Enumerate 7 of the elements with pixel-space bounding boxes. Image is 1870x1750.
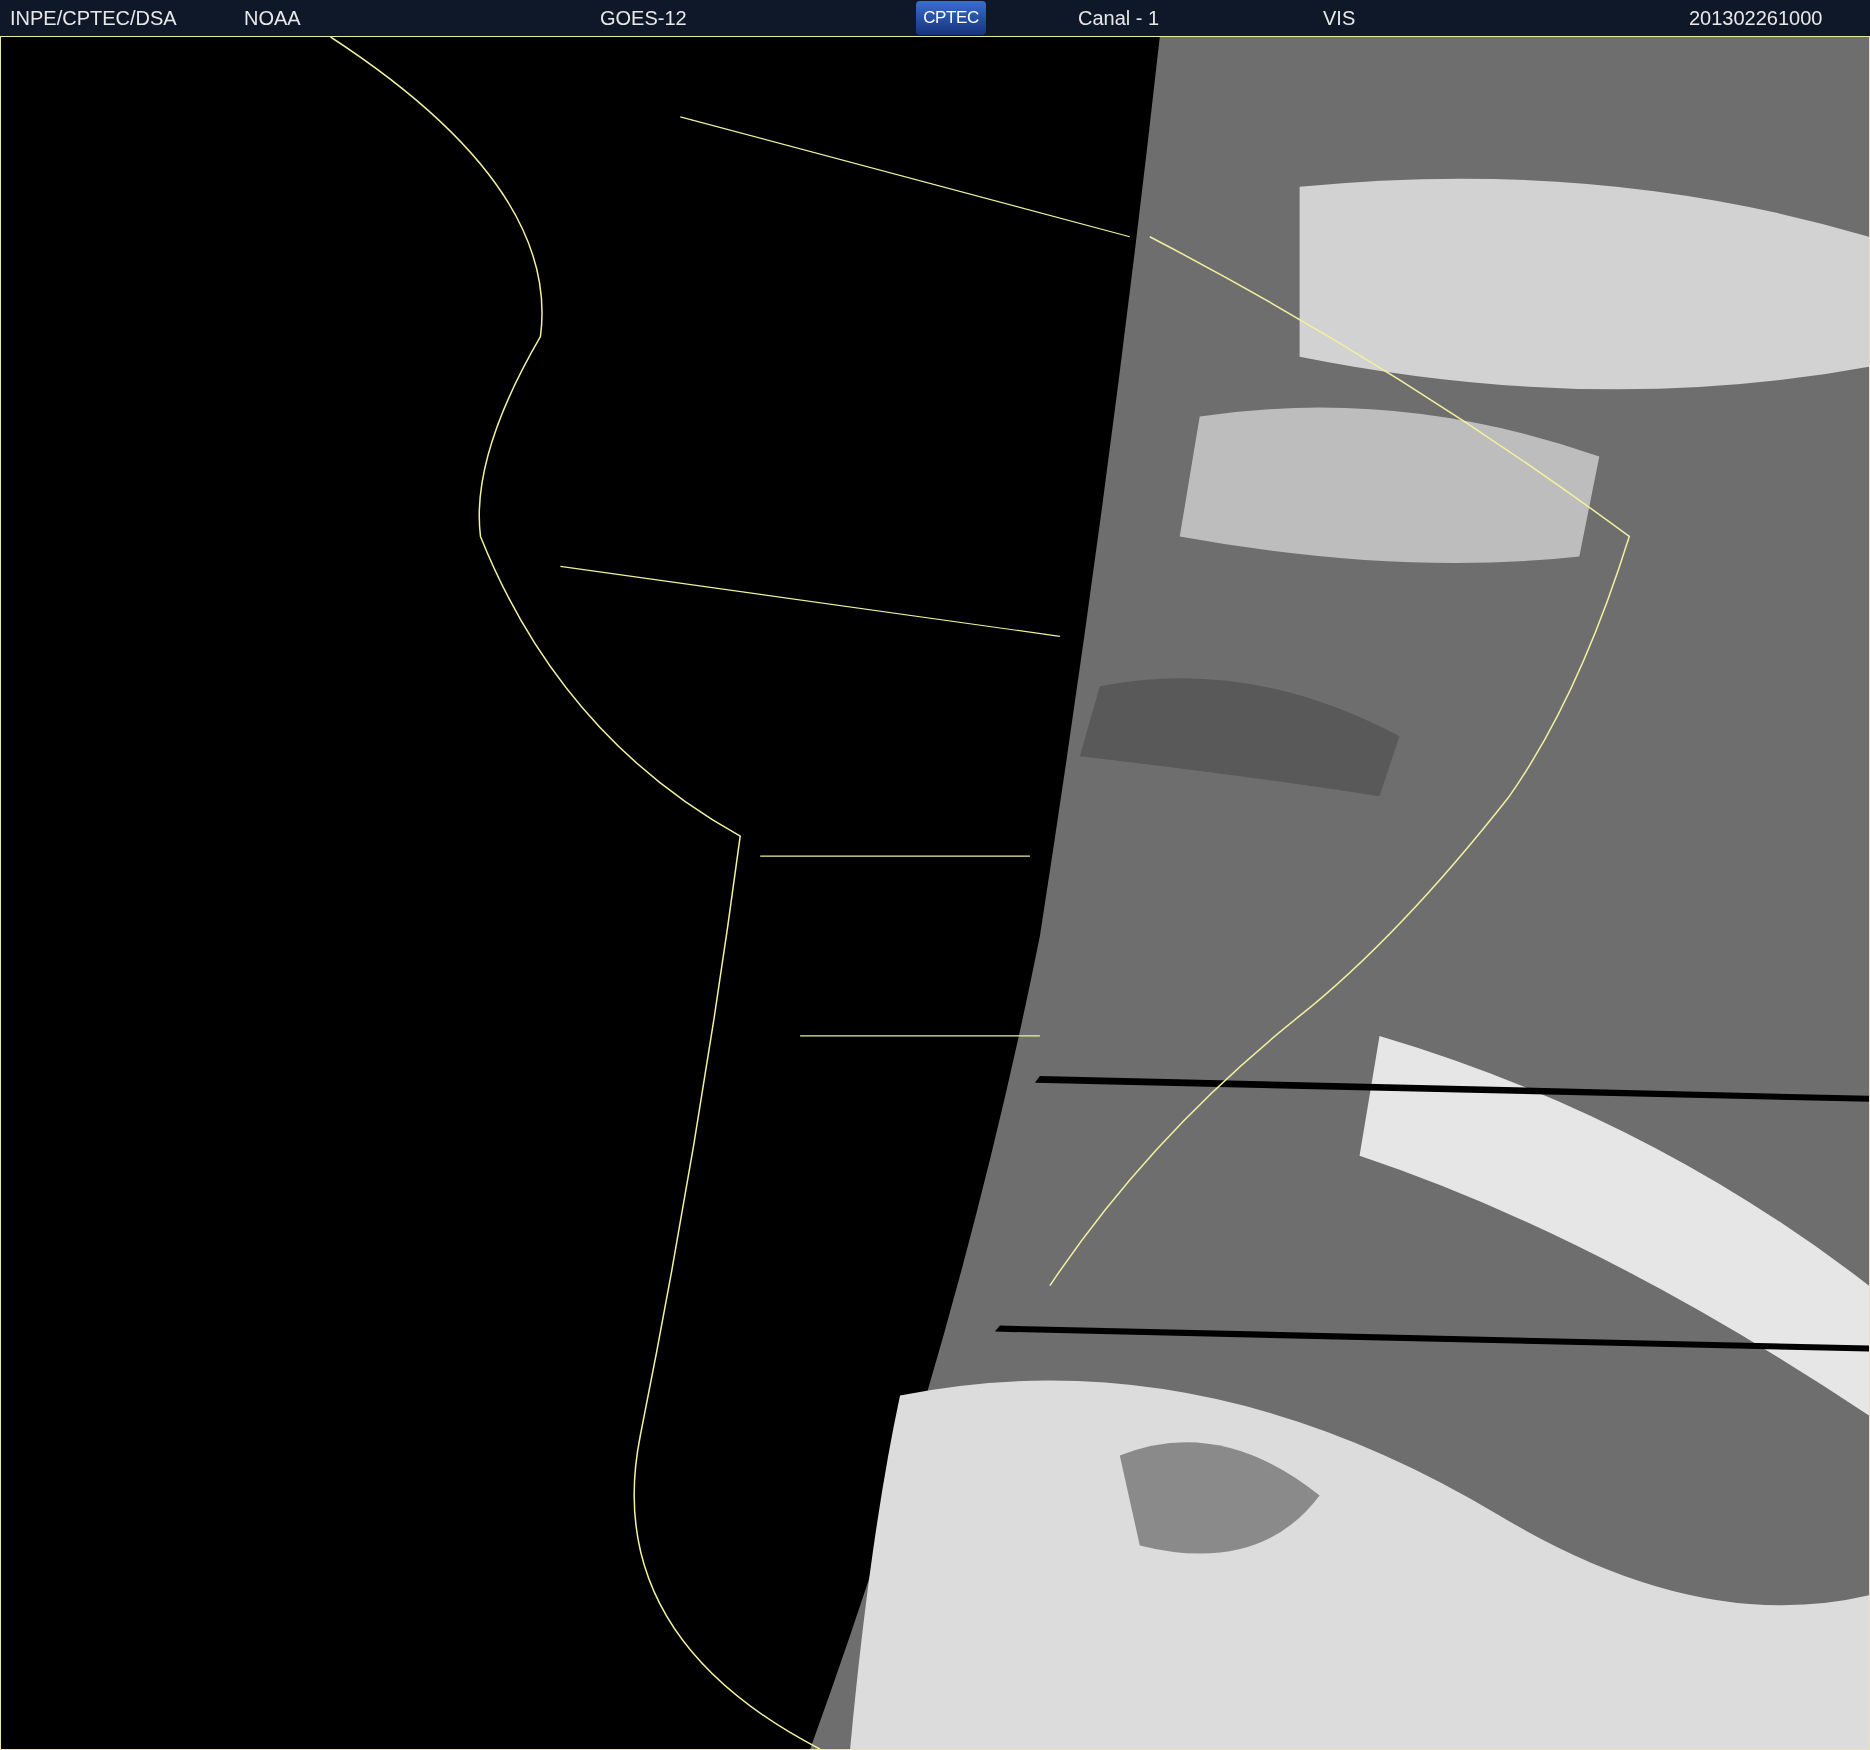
logo: CPTEC	[916, 1, 986, 35]
channel-label: Canal - 1	[1078, 6, 1161, 31]
satellite-label: GOES-12	[600, 6, 688, 31]
source-label: INPE/CPTEC/DSA	[10, 6, 178, 31]
band-label: VIS	[1323, 6, 1357, 31]
agency-label: NOAA	[244, 6, 302, 31]
timestamp-label: 201302261000	[1689, 6, 1823, 31]
